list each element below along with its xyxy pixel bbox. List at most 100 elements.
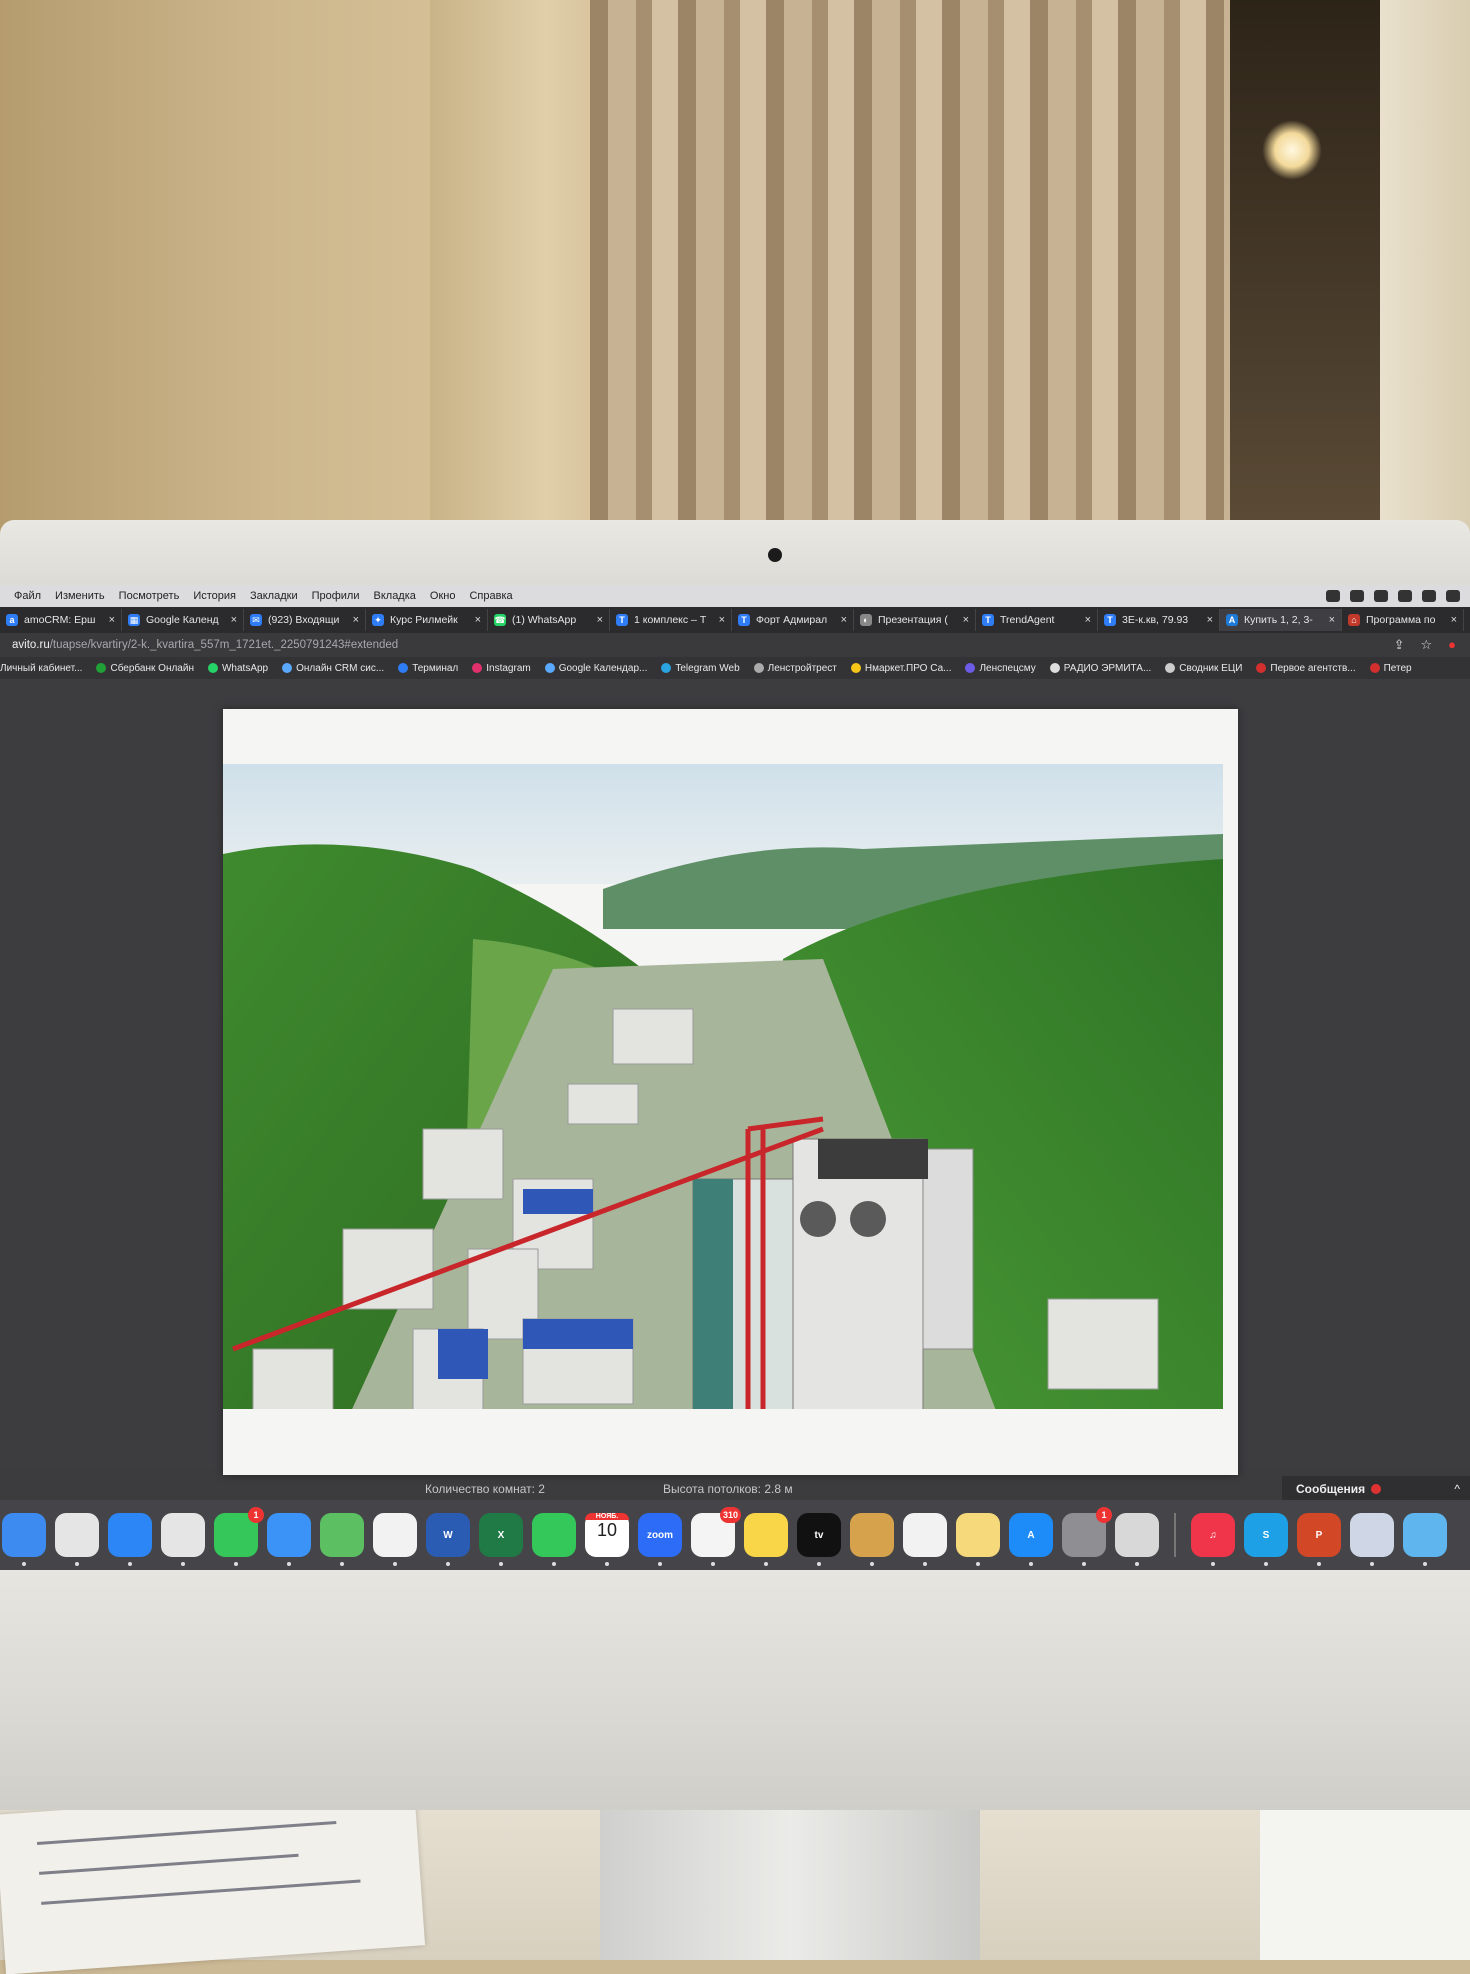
tab-3e-apartment[interactable]: T 3Е-к.кв, 79.93 ×: [1098, 609, 1220, 631]
menu-view[interactable]: Посмотреть: [119, 590, 180, 602]
close-icon[interactable]: ×: [719, 614, 725, 626]
powerpoint-icon[interactable]: P: [1297, 1513, 1341, 1566]
folder-icon[interactable]: [1403, 1513, 1447, 1566]
amocrm-icon: a: [6, 614, 18, 626]
bookmark-item[interactable]: Личный кабинет...: [0, 663, 82, 674]
safari-icon[interactable]: [108, 1513, 152, 1566]
close-icon[interactable]: ×: [475, 614, 481, 626]
close-icon[interactable]: ×: [1085, 614, 1091, 626]
word-icon[interactable]: W: [426, 1513, 470, 1566]
maps-icon[interactable]: [320, 1513, 364, 1566]
powerpoint-glyph: P: [1315, 1529, 1323, 1541]
wifi-icon[interactable]: [1446, 590, 1460, 602]
menu-profiles[interactable]: Профили: [312, 590, 360, 602]
share-icon[interactable]: ⇪: [1394, 637, 1405, 653]
terminal-icon: [398, 663, 409, 673]
bookmark-item[interactable]: Онлайн CRM сис...: [282, 663, 384, 674]
menu-edit[interactable]: Изменить: [55, 590, 105, 602]
menu-history[interactable]: История: [193, 590, 236, 602]
tab-course[interactable]: ✦ Курс Рилмейк ×: [366, 609, 488, 631]
chrome-icon[interactable]: [161, 1513, 205, 1566]
app-store-icon[interactable]: A: [1009, 1513, 1053, 1566]
tab-trendagent[interactable]: T TrendAgent ×: [976, 609, 1098, 631]
excel-icon[interactable]: X: [479, 1513, 523, 1566]
notes-icon[interactable]: [744, 1513, 788, 1566]
close-icon[interactable]: ×: [841, 614, 847, 626]
address-bar[interactable]: avito.ru/tuapse/kvartiry/2-k._kvartira_5…: [0, 633, 1470, 657]
status-check-icon[interactable]: [1350, 590, 1364, 602]
sber-icon: [96, 663, 107, 673]
bookmark-item[interactable]: Нмаркет.ПРО Са...: [850, 663, 951, 674]
bookmark-item[interactable]: РАДИО ЭРМИТА...: [1049, 663, 1151, 674]
reminders-icon[interactable]: 310: [691, 1507, 741, 1566]
calendar-icon[interactable]: НОЯБ. 10: [585, 1513, 629, 1566]
tab-inbox[interactable]: ✉ (923) Входящи ×: [244, 609, 366, 631]
close-icon[interactable]: ×: [1207, 614, 1213, 626]
bookmark-item[interactable]: Ленстройтрест: [753, 663, 837, 674]
lamp-glow: [1262, 120, 1322, 180]
system-settings-icon[interactable]: 1: [1062, 1507, 1112, 1566]
bookmark-item[interactable]: Telegram Web: [661, 663, 740, 674]
chevron-up-icon[interactable]: ^: [1454, 1482, 1460, 1496]
tab-google-calendar[interactable]: ▦ Google Календ ×: [122, 609, 244, 631]
bookmark-item[interactable]: Instagram: [472, 663, 531, 674]
music-glyph: ♫: [1209, 1529, 1217, 1541]
telegram-icon: [661, 663, 672, 673]
bookmark-item[interactable]: Сбербанк Онлайн: [96, 663, 194, 674]
bookmark-item[interactable]: Сводник ЕЦИ: [1165, 663, 1242, 674]
status-app-icon[interactable]: [1326, 590, 1340, 602]
bookmark-item[interactable]: Ленспецсму: [965, 663, 1036, 674]
close-icon[interactable]: ×: [109, 614, 115, 626]
facetime-icon[interactable]: [532, 1513, 576, 1566]
eci-icon: [1165, 663, 1176, 673]
skype-glyph: S: [1262, 1529, 1270, 1541]
tab-avito[interactable]: A Купить 1, 2, 3- ×: [1220, 609, 1342, 631]
messages-icon[interactable]: 1: [214, 1507, 264, 1566]
menu-help[interactable]: Справка: [469, 590, 512, 602]
mail-icon[interactable]: [267, 1513, 311, 1566]
bookmark-item[interactable]: Google Календар...: [544, 663, 647, 674]
tab-amocrm[interactable]: a amoCRM: Ерш ×: [0, 609, 122, 631]
pages-icon[interactable]: [956, 1513, 1000, 1566]
launchpad-icon[interactable]: [55, 1513, 99, 1566]
finder-icon[interactable]: [2, 1513, 46, 1566]
close-icon[interactable]: ×: [597, 614, 603, 626]
menu-tab[interactable]: Вкладка: [374, 590, 416, 602]
close-icon[interactable]: ×: [963, 614, 969, 626]
numbers-icon[interactable]: [903, 1513, 947, 1566]
contacts-icon[interactable]: [850, 1513, 894, 1566]
photos-icon[interactable]: [373, 1513, 417, 1566]
calculator-icon[interactable]: [1115, 1513, 1159, 1566]
music-icon[interactable]: ♫: [1191, 1513, 1235, 1566]
close-icon[interactable]: ×: [1329, 614, 1335, 626]
skype-icon[interactable]: S: [1244, 1513, 1288, 1566]
status-pay-icon[interactable]: [1398, 590, 1412, 602]
apple-tv-icon[interactable]: tv: [797, 1513, 841, 1566]
tab-presentation[interactable]: ◐ Презентация (×: [854, 609, 976, 631]
close-icon[interactable]: ×: [231, 614, 237, 626]
star-icon[interactable]: ☆: [1420, 637, 1432, 653]
listing-photo[interactable]: [223, 709, 1238, 1475]
menu-window[interactable]: Окно: [430, 590, 456, 602]
zoom-icon[interactable]: zoom: [638, 1513, 682, 1566]
tab-whatsapp[interactable]: ☎ (1) WhatsApp ×: [488, 609, 610, 631]
running-indicator: [1264, 1562, 1268, 1566]
extension-icon[interactable]: ●: [1448, 637, 1456, 653]
running-indicator: [923, 1562, 927, 1566]
tab-program[interactable]: ⌂ Программа по ×: [1342, 609, 1464, 631]
close-icon[interactable]: ×: [1451, 614, 1457, 626]
imac-stand: [600, 1800, 980, 1960]
messages-widget[interactable]: Сообщения ^: [1282, 1476, 1470, 1502]
bluetooth-icon[interactable]: [1422, 590, 1436, 602]
bookmark-item[interactable]: WhatsApp: [207, 663, 268, 674]
menu-bookmarks[interactable]: Закладки: [250, 590, 298, 602]
status-play-icon[interactable]: [1374, 590, 1388, 602]
tab-fort-admiral[interactable]: T Форт Адмирал ×: [732, 609, 854, 631]
menu-file[interactable]: Файл: [14, 590, 41, 602]
preview-icon[interactable]: [1350, 1513, 1394, 1566]
bookmark-item[interactable]: Терминал: [398, 663, 458, 674]
tab-complex[interactable]: T1 комплекс – Т ×: [610, 609, 732, 631]
bookmark-item[interactable]: Петер: [1369, 663, 1412, 674]
close-icon[interactable]: ×: [353, 614, 359, 626]
bookmark-item[interactable]: Первое агентств...: [1256, 663, 1356, 674]
